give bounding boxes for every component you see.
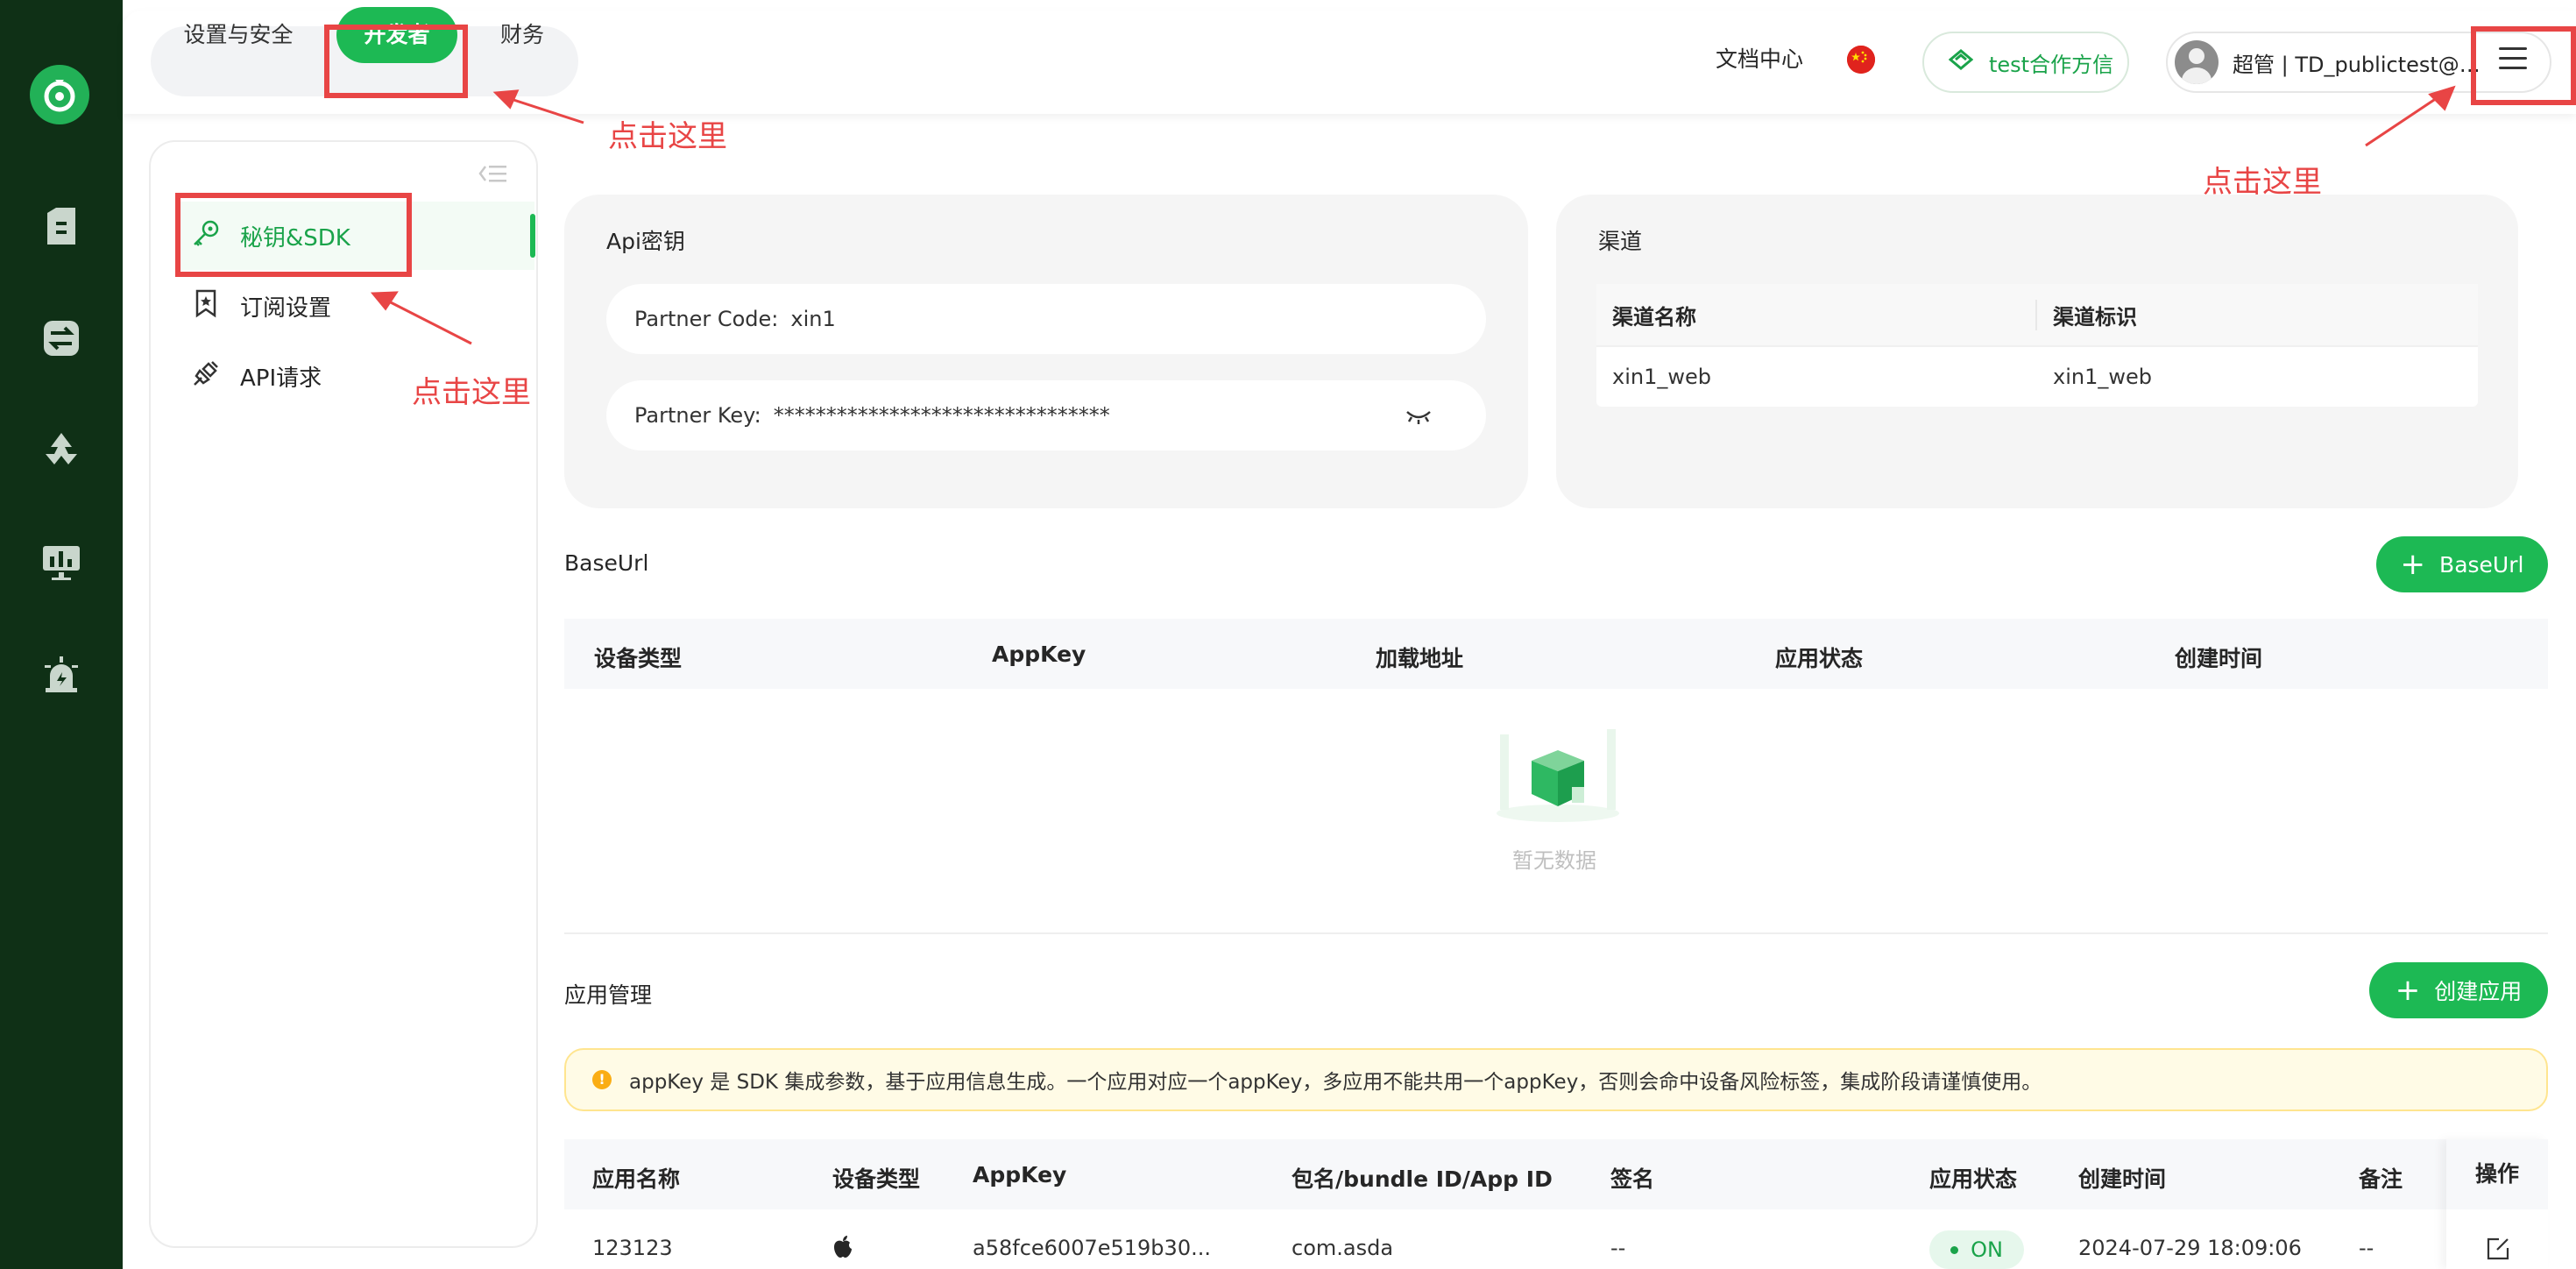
annotation-click-here-tab: 点击这里 bbox=[608, 119, 727, 154]
annotation-click-here-sidebar: 点击这里 bbox=[412, 375, 531, 410]
annotation-click-here-menu: 点击这里 bbox=[2203, 165, 2322, 200]
annotation-arrows bbox=[370, 85, 2456, 345]
